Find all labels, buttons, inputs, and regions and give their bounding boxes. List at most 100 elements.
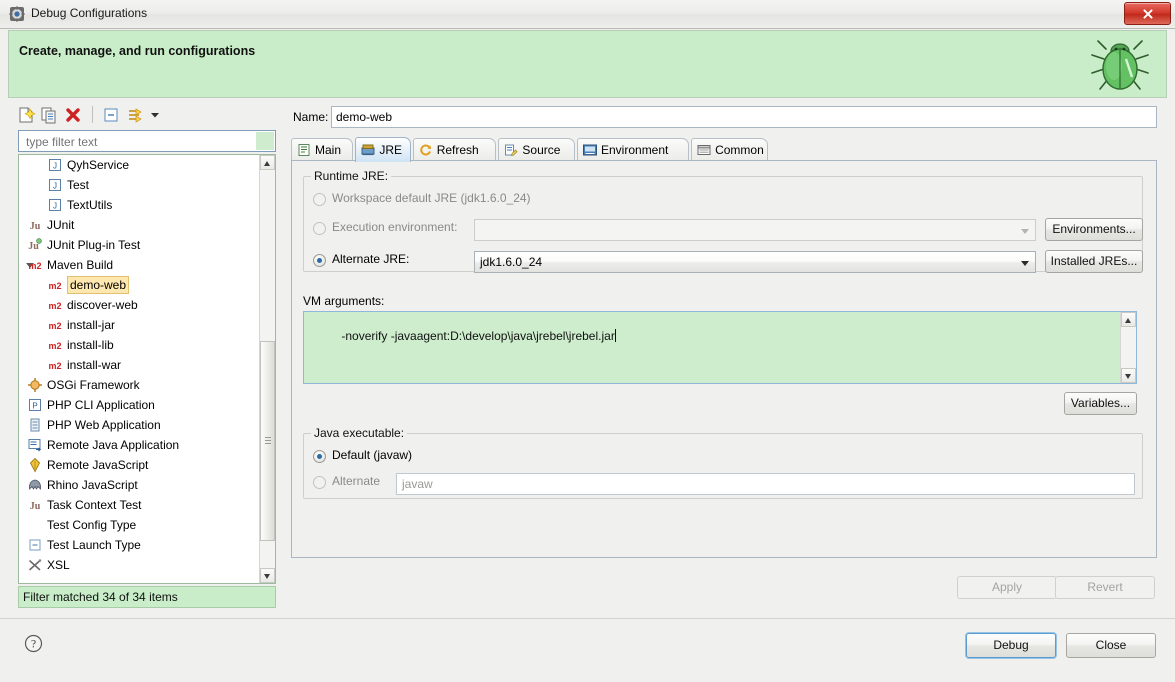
tree-item-textutils[interactable]: J TextUtils xyxy=(19,195,259,215)
clear-filter-button[interactable] xyxy=(256,132,274,150)
alternate-executable-radio[interactable] xyxy=(313,476,326,489)
filter-icon[interactable] xyxy=(125,106,145,124)
default-javaw-label: Default (javaw) xyxy=(332,448,413,462)
svg-text:J: J xyxy=(53,182,57,191)
tree-item-test-config-type[interactable]: Test Config Type xyxy=(19,515,259,535)
svg-text:P: P xyxy=(32,402,37,411)
tree-item-label: Remote Java Application xyxy=(47,438,180,452)
chevron-down-icon xyxy=(1021,229,1029,234)
tree-item-install-lib[interactable]: m2 install-lib xyxy=(19,335,259,355)
window-title: Debug Configurations xyxy=(31,6,148,20)
tree-scrollbar-thumb[interactable] xyxy=(260,341,275,541)
tree-item-demo-web[interactable]: m2 demo-web xyxy=(19,275,259,295)
revert-button[interactable]: Revert xyxy=(1055,576,1155,599)
tree-scroll-up-button[interactable] xyxy=(260,155,275,170)
vm-arguments-scrollbar[interactable] xyxy=(1120,312,1136,383)
tab-main[interactable]: Main xyxy=(291,138,354,161)
tree-item-install-war[interactable]: m2 install-war xyxy=(19,355,259,375)
tree-item-label: Task Context Test xyxy=(47,498,142,512)
svg-text:m2: m2 xyxy=(48,341,61,351)
alternate-jre-label: Alternate JRE: xyxy=(332,252,410,266)
tree-item-label: install-war xyxy=(67,358,122,372)
variables-button[interactable]: Variables... xyxy=(1064,392,1137,415)
tree-item-discover-web[interactable]: m2 discover-web xyxy=(19,295,259,315)
tree-item-label: TextUtils xyxy=(67,198,113,212)
new-document-icon[interactable] xyxy=(16,106,36,124)
apply-button[interactable]: Apply xyxy=(957,576,1057,599)
tab-jre[interactable]: JRE xyxy=(355,137,411,162)
runtime-jre-legend: Runtime JRE: xyxy=(311,169,392,183)
tab-common[interactable]: Common xyxy=(691,138,768,161)
test-launch-icon xyxy=(29,539,41,551)
php-cli-icon: P xyxy=(29,399,41,411)
tree-item-qyhservice[interactable]: J QyhService xyxy=(19,155,259,175)
maven-m2-icon: m2 xyxy=(28,261,41,271)
svg-text:m2: m2 xyxy=(28,261,41,271)
tree-item-php-cli-application[interactable]: P PHP CLI Application xyxy=(19,395,259,415)
tree-item-label: install-jar xyxy=(67,318,116,332)
tree-item-php-web-application[interactable]: PHP Web Application xyxy=(19,415,259,435)
tree-item-test-launch-type[interactable]: Test Launch Type xyxy=(19,535,259,555)
execution-environment-combo[interactable] xyxy=(474,219,1036,241)
default-javaw-radio[interactable] xyxy=(313,450,326,463)
tree-item-remote-javascript[interactable]: Remote JavaScript xyxy=(19,455,259,475)
tree-item-junit[interactable]: Ju JUnit xyxy=(19,215,259,235)
tab-environment[interactable]: Environment xyxy=(577,138,690,161)
vm-arguments-textarea[interactable]: -noverify -javaagent:D:\develop\java\jre… xyxy=(303,311,1137,384)
tree-item-xsl[interactable]: XSL xyxy=(19,555,259,575)
debug-button[interactable]: Debug xyxy=(966,633,1056,658)
alternate-jre-radio[interactable] xyxy=(313,254,326,267)
tree-item-test[interactable]: J Test xyxy=(19,175,259,195)
execution-environment-radio[interactable] xyxy=(313,222,326,235)
launch-configuration-tree[interactable]: J QyhService J Test J TextUtils Ju JUnit Ju JU… xyxy=(18,154,276,584)
tree-item-remote-java-application[interactable]: Remote Java Application xyxy=(19,435,259,455)
java-application-icon: J xyxy=(49,159,61,171)
tree-item-osgi-framework[interactable]: OSGi Framework xyxy=(19,375,259,395)
tab-label: Source xyxy=(522,143,561,157)
maven-m2-icon: m2 xyxy=(48,321,61,331)
help-icon[interactable]: ? xyxy=(24,634,43,653)
vm-scroll-up-button[interactable] xyxy=(1121,312,1136,327)
execution-environment-label: Execution environment: xyxy=(332,220,458,234)
svg-text:?: ? xyxy=(31,639,36,651)
tree-item-label: OSGi Framework xyxy=(47,378,140,392)
tab-source[interactable]: Source xyxy=(498,138,575,161)
tree-item-label: Test xyxy=(67,178,90,192)
maven-m2-icon: m2 xyxy=(48,341,61,351)
vm-scroll-down-button[interactable] xyxy=(1121,368,1136,383)
tree-vertical-scrollbar[interactable] xyxy=(259,155,275,583)
configuration-name-input[interactable] xyxy=(331,106,1157,128)
tree-item-label: Maven Build xyxy=(47,258,114,272)
tab-refresh[interactable]: Refresh xyxy=(412,138,497,161)
chevron-down-icon xyxy=(1021,261,1029,266)
alternate-jre-combo-value: jdk1.6.0_24 xyxy=(480,255,543,269)
jre-tab-icon xyxy=(361,144,375,156)
collapse-all-icon[interactable] xyxy=(101,106,121,124)
alternate-executable-input[interactable]: javaw xyxy=(396,473,1135,495)
tree-item-junit-plug-in-test[interactable]: Ju JUnit Plug-in Test xyxy=(19,235,259,255)
workspace-default-jre-radio[interactable] xyxy=(313,193,326,206)
tree-scroll-down-button[interactable] xyxy=(260,568,275,583)
close-button[interactable]: Close xyxy=(1066,633,1156,658)
red-delete-x-icon[interactable] xyxy=(63,106,83,124)
alternate-jre-combo[interactable]: jdk1.6.0_24 xyxy=(474,251,1036,273)
filter-input[interactable] xyxy=(24,134,243,150)
tree-item-rhino-javascript[interactable]: Rhino JavaScript xyxy=(19,475,259,495)
tree-item-label: Rhino JavaScript xyxy=(47,478,138,492)
debug-configurations-window: Debug Configurations Create, manage, and… xyxy=(0,0,1175,682)
tree-item-maven-build[interactable]: m2 Maven Build xyxy=(19,255,259,275)
close-window-button[interactable] xyxy=(1124,2,1171,25)
svg-text:Ju: Ju xyxy=(30,501,41,512)
chevron-down-icon[interactable] xyxy=(148,106,162,124)
tree-item-install-jar[interactable]: m2 install-jar xyxy=(19,315,259,335)
svg-text:m2: m2 xyxy=(48,361,61,371)
filter-text-box[interactable] xyxy=(18,130,276,152)
tree-item-label: PHP CLI Application xyxy=(47,398,155,412)
tree-item-task-context-test[interactable]: Ju Task Context Test xyxy=(19,495,259,515)
header-banner: Create, manage, and run configurations xyxy=(8,30,1167,98)
copy-icon[interactable] xyxy=(39,106,59,124)
environments-button[interactable]: Environments... xyxy=(1045,218,1143,241)
launch-configuration-tree-panel: JQyhService JTest JTextUtilsJuJUnitJu JU… xyxy=(12,102,282,612)
installed-jres-button[interactable]: Installed JREs... xyxy=(1045,250,1143,273)
toolbar-separator xyxy=(92,106,93,123)
